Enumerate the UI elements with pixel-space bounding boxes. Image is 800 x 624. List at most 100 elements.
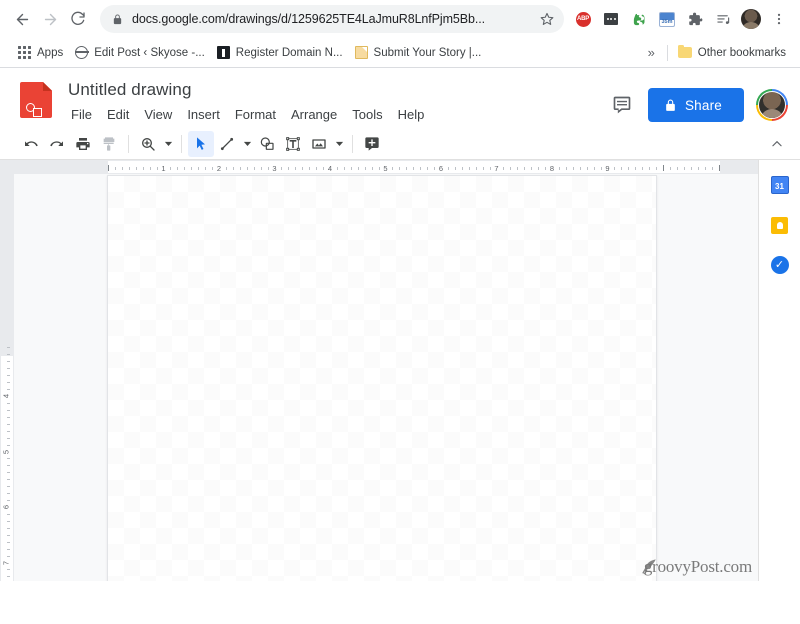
ruler-tick <box>7 486 10 488</box>
ruler-tick <box>184 167 186 170</box>
comment-history-icon[interactable] <box>608 91 636 119</box>
ruler-label: 8 <box>549 163 555 173</box>
ruler-tick <box>225 167 227 170</box>
redo-button[interactable] <box>44 131 70 157</box>
apps-shortcut[interactable]: Apps <box>12 43 69 62</box>
ruler-tick <box>343 167 345 170</box>
ruler-tick <box>711 167 713 170</box>
ruler-tick <box>545 167 547 170</box>
toolbar-divider <box>181 134 182 153</box>
menu-insert[interactable]: Insert <box>180 104 227 125</box>
menu-view[interactable]: View <box>137 104 179 125</box>
bookmark-item[interactable]: Edit Post ‹ Skyose -... <box>69 43 211 62</box>
google-drawings-icon[interactable] <box>20 82 52 118</box>
ruler-label: 3 <box>272 163 277 173</box>
address-bar[interactable]: docs.google.com/drawings/d/1259625TE4LaJ… <box>100 5 564 33</box>
shape-tool-button[interactable] <box>254 131 280 157</box>
collapse-menus-button[interactable] <box>764 131 790 157</box>
chrome-menu-icon[interactable] <box>766 6 792 32</box>
horizontal-ruler[interactable]: 1 2 3 4 5 6 7 8 9 <box>14 160 800 174</box>
image-dropdown-icon[interactable] <box>332 131 346 157</box>
adblock-plus-icon[interactable]: ABP <box>570 6 596 32</box>
bookmark-item[interactable]: Submit Your Story |... <box>349 43 488 62</box>
zoom-dropdown-icon[interactable] <box>161 131 175 157</box>
back-button[interactable] <box>8 5 36 33</box>
ruler-tick <box>267 167 269 170</box>
ruler-tick <box>7 520 10 522</box>
evernote-icon[interactable] <box>626 6 652 32</box>
document-title[interactable]: Untitled drawing <box>64 78 196 102</box>
folder-icon <box>677 44 692 58</box>
media-controls-icon[interactable] <box>710 6 736 32</box>
vertical-ruler[interactable]: 4 5 6 7 <box>0 174 14 581</box>
reload-button[interactable] <box>64 5 92 33</box>
browser-window: docs.google.com/drawings/d/1259625TE4LaJ… <box>0 0 800 624</box>
menu-format[interactable]: Format <box>228 104 283 125</box>
bookmarks-overflow-button[interactable]: » <box>640 45 663 60</box>
ruler-tick <box>177 167 179 170</box>
ruler-tick <box>628 167 630 170</box>
ruler-tick <box>683 167 685 170</box>
ruler-tick <box>413 167 415 170</box>
menu-bar: File Edit View Insert Format Arrange Too… <box>64 104 608 125</box>
paint-format-button[interactable] <box>96 131 122 157</box>
bookmark-item[interactable]: Register Domain N... <box>211 43 349 62</box>
account-avatar[interactable] <box>756 89 788 121</box>
session-timer-icon[interactable]: 35m <box>654 6 680 32</box>
dark-favicon-icon <box>216 46 230 59</box>
menu-edit[interactable]: Edit <box>100 104 136 125</box>
ruler-tick <box>690 167 692 170</box>
menu-arrange[interactable]: Arrange <box>284 104 344 125</box>
ruler-tick <box>149 167 151 170</box>
ruler-tick <box>517 167 519 170</box>
line-tool-button[interactable] <box>214 131 240 157</box>
undo-button[interactable] <box>18 131 44 157</box>
chrome-toolbar: docs.google.com/drawings/d/1259625TE4LaJ… <box>0 0 800 38</box>
google-keep-icon[interactable] <box>769 214 791 236</box>
extensions-puzzle-icon[interactable] <box>682 6 708 32</box>
menu-file[interactable]: File <box>64 104 99 125</box>
ruler-tick <box>7 402 10 404</box>
share-button[interactable]: Share <box>647 88 744 122</box>
drawing-canvas[interactable] <box>107 175 657 581</box>
globe-favicon-icon <box>74 46 89 59</box>
ruler-tick <box>350 167 352 170</box>
share-button-label: Share <box>684 97 722 113</box>
ruler-tick <box>663 165 664 171</box>
google-calendar-icon[interactable]: 31 <box>769 174 791 196</box>
toolbar-divider <box>352 134 353 153</box>
ruler-tick <box>7 437 10 439</box>
ruler-tick <box>482 167 484 170</box>
google-drawings-app: Untitled drawing File Edit View Insert F… <box>0 68 800 581</box>
bookmark-label: Submit Your Story |... <box>373 46 482 59</box>
other-bookmarks-folder[interactable]: Other bookmarks <box>672 44 792 62</box>
ruler-tick <box>108 165 109 171</box>
lock-icon <box>112 13 123 25</box>
ruler-tick <box>7 361 10 363</box>
menu-help[interactable]: Help <box>391 104 432 125</box>
ruler-tick <box>7 513 10 515</box>
zoom-button[interactable] <box>135 131 161 157</box>
menu-tools[interactable]: Tools <box>345 104 389 125</box>
select-tool-button[interactable] <box>188 130 214 157</box>
profile-avatar[interactable] <box>738 6 764 32</box>
note-favicon-icon <box>354 46 368 59</box>
ruler-tick <box>7 416 10 418</box>
ruler-tick <box>434 167 436 170</box>
ruler-tick <box>253 167 255 170</box>
bookmark-star-icon[interactable] <box>540 12 554 26</box>
ruler-tick <box>565 167 567 170</box>
add-comment-button[interactable] <box>359 131 385 157</box>
ruler-tick <box>260 167 262 170</box>
forward-button[interactable] <box>36 5 64 33</box>
image-button[interactable] <box>306 131 332 157</box>
ruler-tick <box>7 409 10 411</box>
google-tasks-icon[interactable]: ✓ <box>769 254 791 276</box>
ruler-tick <box>524 167 526 170</box>
line-dropdown-icon[interactable] <box>240 131 254 157</box>
ruler-tick <box>7 534 10 536</box>
print-button[interactable] <box>70 131 96 157</box>
text-box-button[interactable] <box>280 131 306 157</box>
dark-reader-icon[interactable] <box>598 6 624 32</box>
ruler-tick <box>7 423 10 425</box>
